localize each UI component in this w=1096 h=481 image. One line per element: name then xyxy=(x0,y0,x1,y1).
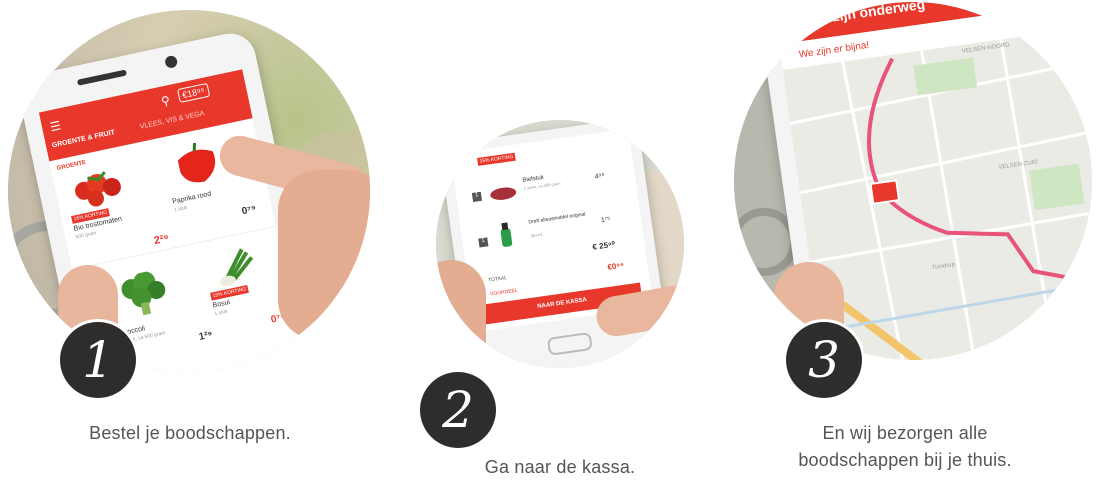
row-price: 1⁷⁹ xyxy=(600,216,611,225)
total-price: €0⁹⁹ xyxy=(606,260,625,272)
checkout-button-label: NAAR DE KASSA xyxy=(536,297,588,311)
qty-badge: 1 xyxy=(478,237,489,248)
step-1: ☰ ⚲ €18⁹⁵ GROENTE & FRUIT VLEES, VIS & V… xyxy=(0,0,380,477)
tomatoes-image xyxy=(75,171,121,207)
total-label: TOTAAL xyxy=(487,275,508,284)
discount-badge: 15% KORTING xyxy=(477,152,516,166)
step-number-badge: 3 xyxy=(786,322,862,398)
row-price: 4⁹⁹ xyxy=(594,172,606,181)
step-3-photo: VELSEN-NOORD VELSEN-ZUID Tuindorp ← We z… xyxy=(734,2,1092,360)
product-sub: 1 stuk xyxy=(173,204,188,214)
hand xyxy=(436,260,486,368)
row-sub: 383 ml xyxy=(530,231,543,239)
product-price: 0⁷⁹ xyxy=(240,203,258,218)
home-button xyxy=(546,331,593,356)
step-number-badge: 1 xyxy=(60,322,136,398)
product-sub: 1 stuk xyxy=(214,308,229,318)
dreft-bottle-image xyxy=(500,222,513,247)
step-2-photo: 15% KORTING 1 Biefstuk 2 stuks, ca 200 g… xyxy=(436,120,684,368)
voordeel-label: VOORDEEL xyxy=(489,287,519,298)
product-price: 1²⁹ xyxy=(197,329,214,343)
step-1-photo: ☰ ⚲ €18⁹⁵ GROENTE & FRUIT VLEES, VIS & V… xyxy=(8,10,370,372)
qty-badge: 1 xyxy=(471,191,483,202)
bosui-image xyxy=(220,248,254,287)
step-3: VELSEN-NOORD VELSEN-ZUID Tuindorp ← We z… xyxy=(720,0,1096,477)
step-2: 15% KORTING 1 Biefstuk 2 stuks, ca 200 g… xyxy=(380,0,720,477)
steak-image xyxy=(490,187,517,200)
step-caption: Bestel je boodschappen. xyxy=(89,423,291,443)
subtotal: € 25⁹⁰ xyxy=(591,239,616,252)
back-arrow-icon[interactable]: ← xyxy=(783,11,801,31)
product-name: Bosui xyxy=(212,298,231,310)
step-caption: En wij bezorgen alle boodschappen bij je… xyxy=(798,423,1012,470)
promo-price: 2²⁹ xyxy=(152,232,171,248)
step-number-badge: 2 xyxy=(420,372,496,448)
paprika-image xyxy=(177,142,216,183)
row-name: Dreft afwasmiddel original xyxy=(528,211,586,226)
broccoli-image xyxy=(121,271,166,316)
delivery-van-marker xyxy=(869,179,901,205)
product-name: Paprika rood xyxy=(171,190,212,206)
hand xyxy=(278,170,370,340)
